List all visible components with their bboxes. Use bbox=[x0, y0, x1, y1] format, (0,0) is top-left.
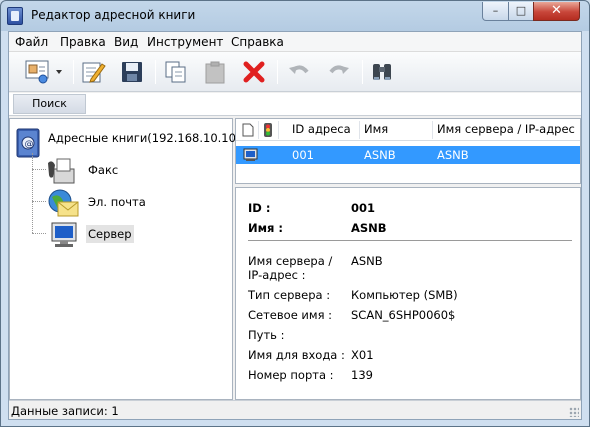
menu-bar: Файл Правка Вид Инструмент Справка bbox=[9, 32, 581, 52]
find-button[interactable] bbox=[368, 58, 396, 86]
address-book-app-icon bbox=[7, 7, 23, 25]
column-header-name[interactable]: Имя bbox=[364, 122, 388, 136]
minimize-button[interactable]: – bbox=[482, 2, 509, 21]
delete-icon bbox=[243, 61, 265, 83]
detail-name-value: ASNB bbox=[351, 221, 387, 235]
detail-id-value: 001 bbox=[351, 201, 376, 215]
copy-button[interactable] bbox=[162, 58, 190, 86]
toolbar-separator bbox=[362, 60, 363, 84]
tree-root-address-books[interactable]: @ bbox=[13, 127, 47, 164]
detail-server-label: Имя сервера / bbox=[248, 254, 333, 268]
address-book-tree[interactable]: @ Адресные книги(192.168.10.101) Факс Эл… bbox=[9, 118, 248, 400]
detail-server-value: ASNB bbox=[351, 254, 383, 268]
detail-port-label: Номер порта : bbox=[248, 368, 334, 382]
detail-id-label: ID : bbox=[248, 201, 271, 215]
detail-panel: ID : 001 Имя : ASNB Имя сервера / IP-адр… bbox=[235, 187, 581, 400]
column-header-server[interactable]: Имя сервера / IP-адрес bbox=[437, 122, 575, 136]
svg-text:@: @ bbox=[25, 140, 34, 150]
menu-tools[interactable]: Инструмент bbox=[147, 35, 223, 49]
cell-name: ASNB bbox=[364, 148, 396, 162]
search-bar: Поиск bbox=[9, 93, 581, 116]
email-icon bbox=[48, 189, 79, 217]
redo-icon bbox=[329, 65, 349, 74]
paste-icon bbox=[205, 61, 225, 84]
redo-button[interactable] bbox=[325, 58, 353, 86]
tree-connector bbox=[32, 201, 46, 202]
column-separator bbox=[432, 121, 433, 139]
toolbar-separator bbox=[73, 60, 74, 84]
detail-divider bbox=[248, 240, 572, 241]
page-icon bbox=[242, 123, 254, 137]
close-button[interactable]: ✕ bbox=[533, 2, 580, 21]
column-header-id[interactable]: ID адреса bbox=[292, 122, 351, 136]
status-bar: Данные записи: 1 bbox=[9, 400, 581, 419]
undo-button[interactable] bbox=[285, 58, 313, 86]
resize-grip-icon[interactable] bbox=[569, 407, 579, 417]
address-book-icon: @ bbox=[16, 128, 40, 158]
save-button[interactable] bbox=[118, 58, 146, 86]
copy-icon bbox=[165, 61, 186, 83]
table-row[interactable]: 001 ASNB ASNB bbox=[236, 146, 580, 164]
undo-icon bbox=[289, 65, 309, 74]
cell-server: ASNB bbox=[437, 148, 469, 162]
search-label: Поиск bbox=[13, 94, 86, 114]
paste-button[interactable] bbox=[201, 58, 229, 86]
tree-item-fax[interactable]: Факс bbox=[86, 161, 120, 179]
detail-netname-value: SCAN_6SHP0060$ bbox=[351, 308, 456, 322]
menu-edit[interactable]: Правка bbox=[60, 35, 106, 49]
title-bar[interactable]: Редактор адресной книги – □ ✕ bbox=[1, 1, 589, 31]
detail-port-value: 139 bbox=[351, 368, 373, 382]
toolbar-separator bbox=[277, 60, 278, 84]
edit-button[interactable] bbox=[79, 58, 107, 86]
menu-help[interactable]: Справка bbox=[231, 35, 284, 49]
menu-file[interactable]: Файл bbox=[15, 35, 48, 49]
tree-connector bbox=[32, 169, 46, 170]
toolbar-separator bbox=[155, 60, 156, 84]
server-icon bbox=[51, 222, 77, 247]
column-separator bbox=[359, 121, 360, 139]
maximize-button[interactable]: □ bbox=[508, 2, 534, 21]
address-list[interactable]: ID адреса Имя Имя сервера / IP-адрес 001… bbox=[235, 118, 581, 184]
address-card-icon bbox=[25, 60, 62, 84]
window-title: Редактор адресной книги bbox=[31, 8, 196, 22]
tree-connector bbox=[32, 233, 46, 234]
save-icon bbox=[122, 62, 142, 82]
detail-name-label: Имя : bbox=[248, 221, 284, 235]
find-icon bbox=[373, 64, 391, 80]
cell-id: 001 bbox=[292, 148, 314, 162]
column-separator bbox=[278, 121, 279, 139]
fax-icon bbox=[48, 158, 75, 184]
server-entry-icon bbox=[243, 148, 258, 161]
detail-login-value: X01 bbox=[351, 348, 374, 362]
list-header: ID адреса Имя Имя сервера / IP-адрес bbox=[236, 119, 580, 141]
detail-netname-label: Сетевое имя : bbox=[248, 308, 333, 322]
search-input[interactable] bbox=[87, 94, 579, 114]
tree-item-email[interactable]: Эл. почта bbox=[86, 193, 148, 211]
toolbar bbox=[9, 52, 581, 92]
detail-login-label: Имя для входа : bbox=[248, 348, 345, 362]
edit-icon bbox=[82, 62, 106, 83]
detail-type-label: Тип сервера : bbox=[248, 288, 331, 302]
app-window: Редактор адресной книги – □ ✕ Файл Правк… bbox=[0, 0, 590, 427]
status-light-icon bbox=[264, 123, 272, 137]
tree-connector bbox=[32, 153, 33, 233]
tree-root-label[interactable]: Адресные книги(192.168.10.101) bbox=[48, 131, 248, 145]
new-address-button[interactable] bbox=[23, 58, 69, 86]
detail-server-label-2: IP-адрес : bbox=[248, 268, 306, 282]
detail-type-value: Компьютер (SMB) bbox=[351, 288, 458, 302]
column-separator bbox=[258, 121, 259, 139]
tree-item-server[interactable]: Сервер bbox=[86, 225, 134, 243]
menu-view[interactable]: Вид bbox=[114, 35, 138, 49]
client-area: Файл Правка Вид Инструмент Справка Поиск… bbox=[8, 31, 582, 420]
status-text: Данные записи: 1 bbox=[11, 404, 119, 418]
detail-path-label: Путь : bbox=[248, 328, 285, 342]
delete-button[interactable] bbox=[240, 58, 268, 86]
